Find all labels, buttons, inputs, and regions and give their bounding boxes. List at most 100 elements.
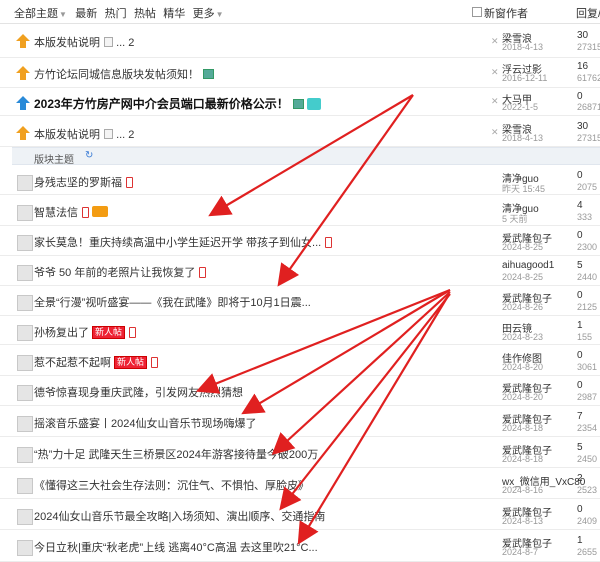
view-count: 2440: [577, 272, 598, 282]
image-icon: [203, 69, 214, 79]
thread-title[interactable]: 家长莫急！重庆持续高温中小学生延迟开学 带孩子到仙女...: [34, 234, 333, 250]
sticky-row[interactable]: 本版发帖说明 ... 2 ✕ 梁雪浪 2018-4-13 30 273156: [0, 24, 600, 58]
thread-doc-icon: [17, 295, 33, 311]
sticky-row[interactable]: 2023年方竹房产网中介会员端口最新价格公示！ ✕ 大马甲 2022-1-5 0…: [0, 88, 600, 116]
sticky-row[interactable]: 本版发帖说明 ... 2 ✕ 梁雪浪 2018-4-13 30 273156: [0, 116, 600, 147]
close-icon[interactable]: ✕: [491, 67, 499, 78]
post-date: 2024-8-25: [502, 242, 544, 252]
table-row[interactable]: 身残志坚的罗斯福 清净guo 昨天 15:45 0 2075: [0, 166, 600, 195]
thread-doc-icon: [17, 447, 33, 463]
table-row[interactable]: 《懂得这三大社会生存法则：沉住气、不惧怕、厚脸皮》 wx_微信用_VxC80 2…: [0, 468, 600, 499]
thread-title[interactable]: 孙杨复出了 新人帖: [34, 324, 137, 340]
table-row[interactable]: 惹不起惹不起啊 新人帖 佳作修图 2024-8-20 0 3061: [0, 345, 600, 376]
thread-title[interactable]: 摇滚音乐盛宴丨2024仙女山音乐节现场嗨爆了: [34, 415, 256, 431]
mobile-icon: [151, 357, 159, 368]
close-icon[interactable]: ✕: [491, 96, 499, 107]
view-count: 2125: [577, 302, 598, 312]
view-count: 2450: [577, 454, 598, 464]
filter-all[interactable]: 全部主题: [14, 8, 58, 20]
image-icon: [292, 99, 304, 109]
close-icon[interactable]: ✕: [491, 127, 499, 138]
filter-more[interactable]: 更多: [193, 8, 215, 20]
thread-title[interactable]: 身残志坚的罗斯福: [34, 174, 133, 190]
thread-doc-icon: [17, 540, 33, 556]
pin-blue-icon: [16, 96, 30, 110]
thread-doc-icon: [17, 355, 33, 371]
view-count: 2987: [577, 392, 598, 402]
view-count: 273156: [577, 133, 600, 143]
reply-count: 5: [577, 260, 583, 271]
thread-title[interactable]: 本版发帖说明 ... 2: [34, 34, 134, 50]
filter-digest[interactable]: 精华: [163, 8, 185, 20]
post-date: 2024-8-7: [502, 547, 539, 557]
thread-title[interactable]: 《懂得这三大社会生存法则：沉住气、不惧怕、厚脸皮》: [34, 477, 309, 493]
view-count: 2409: [577, 516, 598, 526]
post-date: 2024-8-25: [502, 272, 544, 282]
table-row[interactable]: 孙杨复出了 新人帖 田云镜 2024-8-23 1 155: [0, 316, 600, 345]
thread-doc-icon: [17, 175, 33, 191]
reply-count: 30: [577, 30, 589, 41]
post-date: 2018-4-13: [502, 42, 544, 52]
view-count: 333: [577, 212, 593, 222]
thread-doc-icon: [17, 325, 33, 341]
author-name[interactable]: aihuagood1: [502, 260, 554, 271]
table-row[interactable]: 今日立秋|重庆“秋老虎”上线 逃离40°C高温 去这里吹21°C... 爱武隆包…: [0, 530, 600, 562]
table-row[interactable]: 摇滚音乐盛宴丨2024仙女山音乐节现场嗨爆了 爱武隆包子 2024-8-18 7…: [0, 406, 600, 437]
thread-title[interactable]: 方竹论坛同城信息版块发帖须知！: [34, 66, 214, 82]
thread-title[interactable]: 本版发帖说明 ... 2: [34, 126, 134, 142]
post-date: 昨天 15:45: [502, 184, 546, 194]
view-count: 617625: [577, 73, 600, 83]
view-count: 2300: [577, 242, 598, 252]
filter-bar: 全部主题▼ 最新 热门 热帖 精华 更多▼ 新窗作者 回复/查看: [0, 0, 600, 24]
view-count: 2354: [577, 423, 598, 433]
post-date: 2024-8-16: [502, 485, 544, 495]
thread-title[interactable]: 全景“行漫”视听盛宴——《我在武隆》即将于10月1日震...: [34, 294, 311, 310]
new-author-label: 新窗作者: [484, 8, 528, 20]
chevron-down-icon[interactable]: ▼: [216, 10, 224, 19]
table-row[interactable]: 德爷惊喜现身重庆武隆，引发网友热烈猜想 爱武隆包子 2024-8-20 0 29…: [0, 376, 600, 406]
thread-doc-icon: [17, 416, 33, 432]
thread-doc-icon: [17, 235, 33, 251]
sticky-row[interactable]: 方竹论坛同城信息版块发帖须知！ ✕ 浮云过影 2016-12-11 16 617…: [0, 58, 600, 88]
table-row[interactable]: 智慧法信 清净guo 5 天前 4 333: [0, 195, 600, 226]
chevron-down-icon[interactable]: ▼: [59, 10, 67, 19]
filter-hot-posts[interactable]: 热帖: [134, 8, 156, 20]
post-date: 2022-1-5: [502, 102, 539, 112]
thread-title[interactable]: 2024仙女山音乐节最全攻略|入场须知、演出顺序、交通指南: [34, 508, 325, 524]
thread-title[interactable]: 今日立秋|重庆“秋老虎”上线 逃离40°C高温 去这里吹21°C...: [34, 539, 318, 555]
replies-views-label[interactable]: 回复/查看: [576, 5, 600, 21]
post-date: 2024-8-26: [502, 302, 544, 312]
mobile-icon: [126, 177, 133, 188]
pin-global-icon: [16, 66, 30, 80]
reply-count: 30: [577, 121, 589, 132]
thread-doc-icon: [17, 478, 33, 494]
post-date: 2024-8-13: [502, 516, 544, 526]
table-row[interactable]: 爷爷 50 年前的老照片让我恢复了 aihuagood1 2024-8-25 5…: [0, 256, 600, 286]
view-count: 3061: [577, 362, 598, 372]
thread-title[interactable]: 惹不起惹不起啊 新人帖: [34, 354, 159, 370]
close-icon[interactable]: ✕: [491, 36, 499, 47]
new-window-checkbox[interactable]: [472, 7, 482, 17]
filter-latest[interactable]: 最新: [75, 8, 97, 20]
table-row[interactable]: 2024仙女山音乐节最全攻略|入场须知、演出顺序、交通指南 爱武隆包子 2024…: [0, 499, 600, 530]
mobile-icon: [129, 327, 137, 338]
filter-hot[interactable]: 热门: [105, 8, 127, 20]
thread-title[interactable]: 2023年方竹房产网中介会员端口最新价格公示！: [34, 95, 321, 112]
section-label: 版块主题: [34, 155, 74, 166]
mobile-icon: [325, 237, 333, 248]
thread-title[interactable]: 德爷惊喜现身重庆武隆，引发网友热烈猜想: [34, 384, 243, 400]
table-row[interactable]: “热”力十足 武隆天生三桥景区2024年游客接待量今破200万 爱武隆包子 20…: [0, 437, 600, 468]
reply-count: 0: [577, 230, 583, 241]
view-count: 2655: [577, 547, 598, 557]
table-row[interactable]: 家长莫急！重庆持续高温中小学生延迟开学 带孩子到仙女... 爱武隆包子 2024…: [0, 226, 600, 256]
reply-count: 0: [577, 290, 583, 301]
table-row[interactable]: 全景“行漫”视听盛宴——《我在武隆》即将于10月1日震... 爱武隆包子 202…: [0, 286, 600, 316]
refresh-icon[interactable]: ↻: [85, 150, 93, 161]
reply-count: 1: [577, 320, 583, 331]
thread-title[interactable]: 爷爷 50 年前的老照片让我恢复了: [34, 264, 207, 280]
thread-title[interactable]: 智慧法信: [34, 204, 108, 220]
thread-title[interactable]: “热”力十足 武隆天生三桥景区2024年游客接待量今破200万: [34, 446, 318, 462]
new-user-badge: 新人帖: [92, 326, 126, 339]
reply-count: 0: [577, 91, 583, 102]
reply-count: 2: [577, 473, 583, 484]
